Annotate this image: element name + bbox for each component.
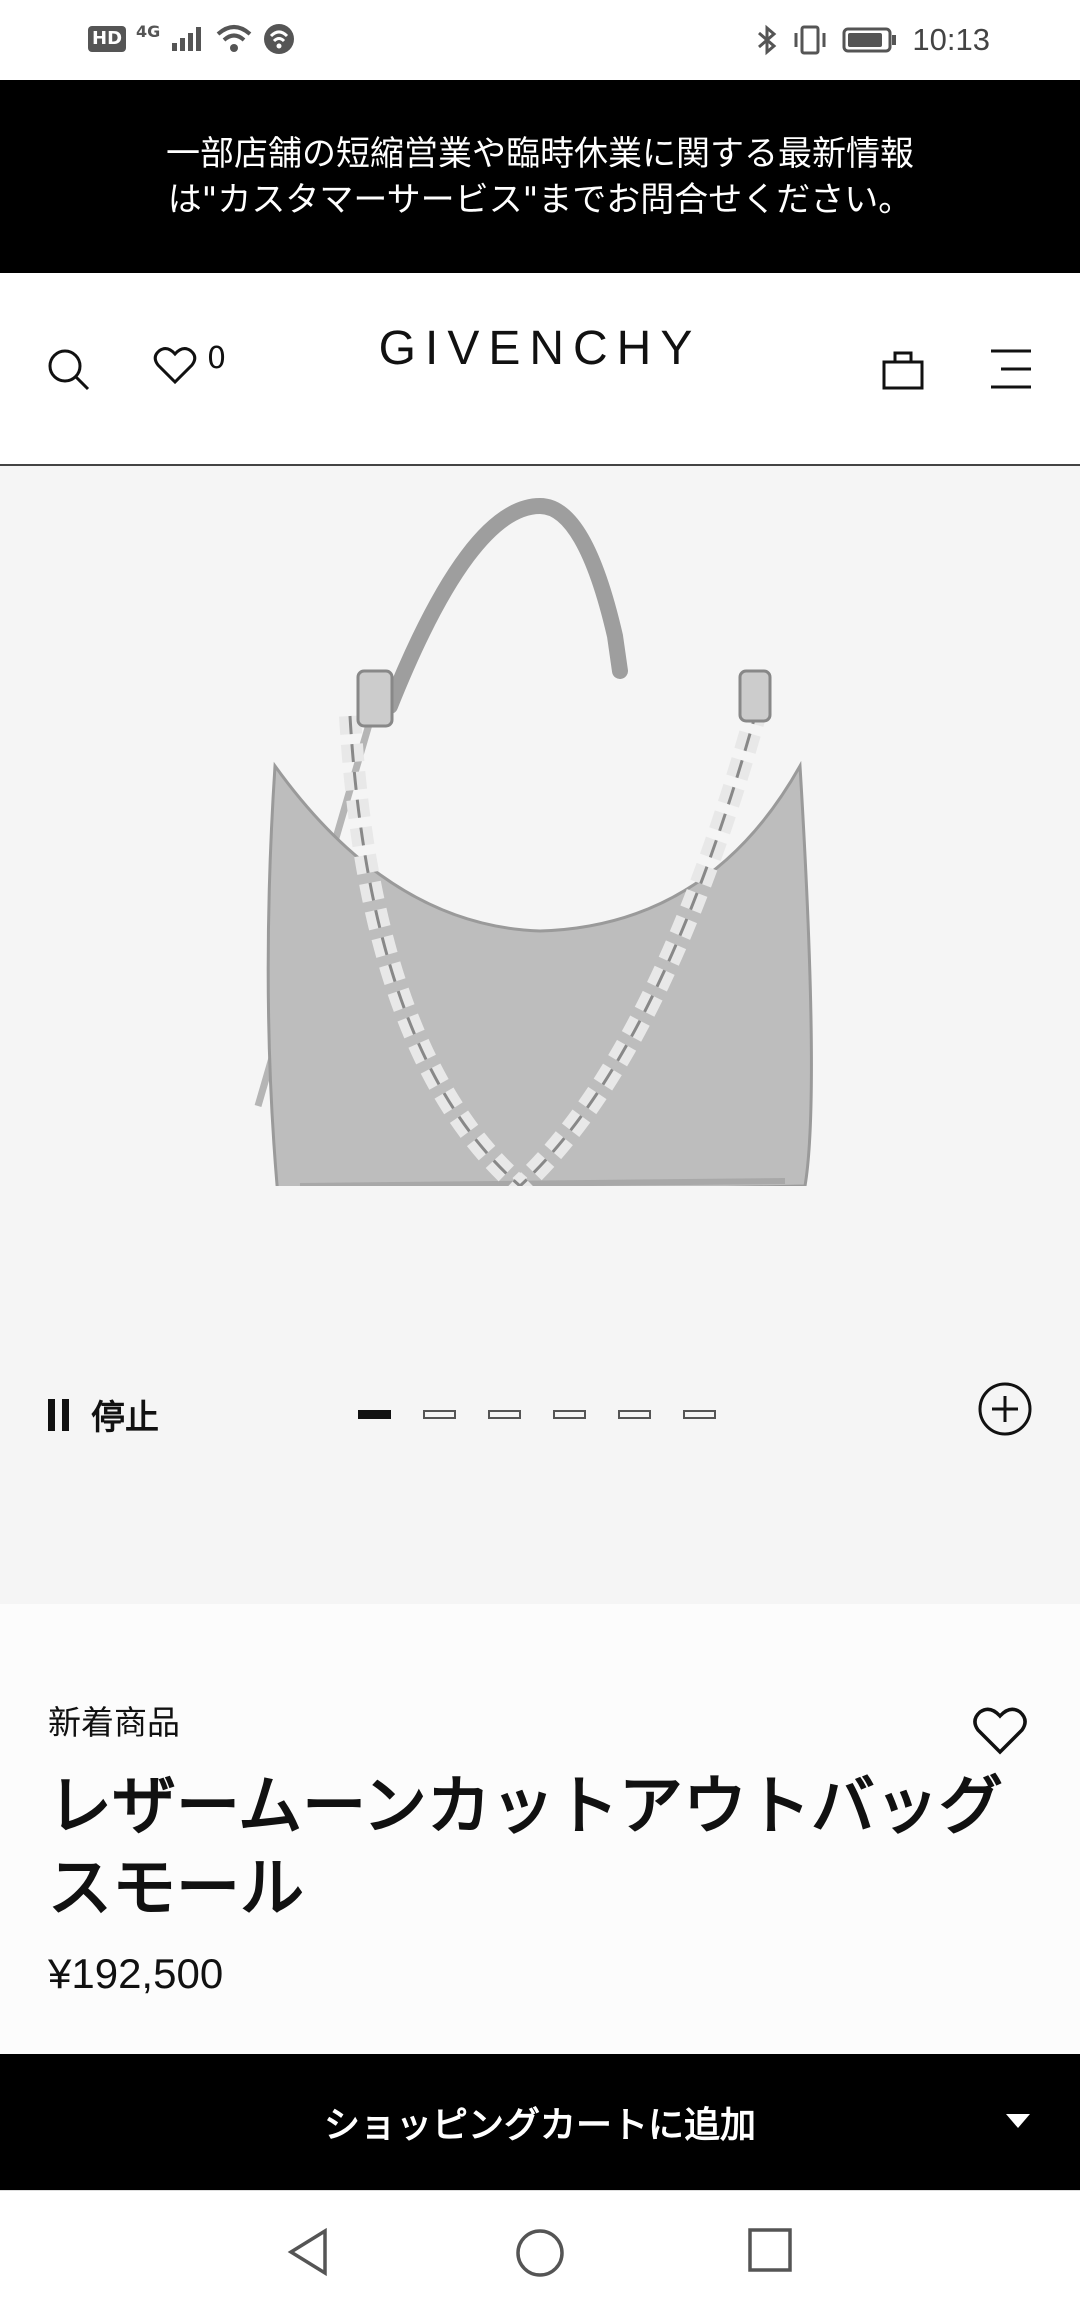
signal-icon — [172, 27, 202, 51]
slide-dot-4[interactable] — [553, 1410, 586, 1419]
product-image[interactable] — [240, 496, 840, 1186]
slide-dot-6[interactable] — [683, 1410, 716, 1419]
banner-text: 一部店舗の短縮営業や臨時休業に関する最新情報 は"カスタマーサービス"までお問合… — [166, 133, 914, 220]
product-gallery[interactable]: 停止 — [0, 466, 1080, 1604]
zoom-plus-icon[interactable] — [977, 1381, 1033, 1437]
bag-icon[interactable] — [881, 347, 925, 391]
slide-indicator — [358, 1410, 716, 1419]
hd-icon: HD — [88, 26, 127, 52]
add-to-cart-label: ショッピングカートに追加 — [323, 2105, 756, 2146]
slide-dot-3[interactable] — [488, 1410, 521, 1419]
product-title: レザームーンカットアウトバッグスモール — [48, 1770, 1003, 1926]
add-to-wishlist-heart-icon[interactable] — [972, 1706, 1028, 1756]
pause-label: 停止 — [91, 1398, 159, 1438]
pause-button[interactable]: 停止 — [48, 1390, 159, 1439]
product-price: ¥192,500 — [48, 1950, 224, 1997]
menu-icon[interactable] — [989, 347, 1033, 391]
bluetooth-icon — [758, 24, 777, 56]
status-left: HD 4G — [88, 22, 296, 56]
wifi-icon — [216, 25, 252, 52]
slide-dot-1[interactable] — [358, 1410, 391, 1419]
new-arrival-badge: 新着商品 — [48, 1703, 180, 1742]
system-nav-bar — [0, 2190, 1080, 2313]
battery-icon — [842, 27, 897, 53]
slide-dot-5[interactable] — [618, 1410, 651, 1419]
site-header: 0 GIVENCHY — [0, 273, 1080, 466]
add-to-cart-button[interactable]: ショッピングカートに追加 — [0, 2054, 1080, 2190]
caret-down-icon[interactable] — [1004, 2112, 1032, 2130]
clock: 10:13 — [912, 22, 990, 57]
recents-icon[interactable] — [747, 2227, 793, 2273]
slide-dot-2[interactable] — [423, 1410, 456, 1419]
home-icon[interactable] — [514, 2227, 566, 2279]
network-label: 4G — [136, 21, 161, 41]
hotspot-icon — [264, 24, 295, 54]
product-info: 新着商品 レザームーンカットアウトバッグスモール ¥192,500 — [0, 1604, 1080, 2054]
pause-icon — [48, 1398, 69, 1431]
status-right: 10:13 — [756, 22, 990, 58]
status-bar: HD 4G 10:13 — [0, 0, 1080, 80]
announcement-banner[interactable]: 一部店舗の短縮営業や臨時休業に関する最新情報 は"カスタマーサービス"までお問合… — [0, 80, 1080, 273]
back-icon[interactable] — [285, 2227, 333, 2277]
vibrate-icon — [794, 25, 826, 55]
